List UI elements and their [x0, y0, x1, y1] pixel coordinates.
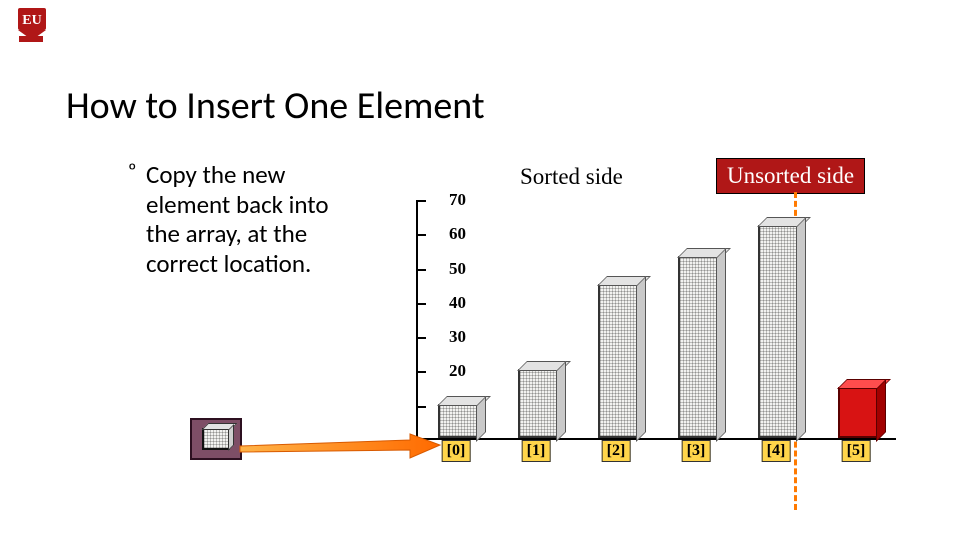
x-tick-label: [3] [682, 440, 711, 462]
y-tick-label: 40 [436, 293, 466, 313]
y-tick-label: 60 [436, 224, 466, 244]
y-tick-label: 20 [436, 361, 466, 381]
bar-1 [518, 369, 558, 438]
y-tick-label: 30 [436, 327, 466, 347]
unsorted-side-label: Unsorted side [716, 158, 865, 194]
bar-2 [598, 284, 638, 438]
y-tick-label: 70 [436, 190, 466, 210]
bar-3 [678, 256, 718, 438]
y-tick [418, 406, 426, 408]
y-tick [418, 269, 426, 271]
x-tick-label: [4] [762, 440, 791, 462]
sorted-side-label: Sorted side [510, 160, 633, 194]
eu-logo: EU [16, 6, 56, 50]
bar-0 [438, 404, 478, 438]
x-tick-label: [0] [442, 440, 471, 462]
new-element-cube-icon [202, 428, 230, 450]
y-tick [418, 337, 426, 339]
bar-5 [838, 387, 878, 438]
circle-bullet-icon: º [128, 160, 146, 184]
y-tick [418, 371, 426, 373]
x-tick-label: [5] [842, 440, 871, 462]
y-tick [418, 234, 426, 236]
bullet-text: Copy the new element back into the array… [146, 160, 346, 278]
y-tick [418, 303, 426, 305]
y-tick-label: 50 [436, 259, 466, 279]
y-tick [418, 200, 426, 202]
page-title: How to Insert One Element [66, 83, 485, 129]
bar-4 [758, 225, 798, 438]
new-element-box [190, 418, 242, 460]
bullet-copy-step: ºCopy the new element back into the arra… [128, 160, 358, 278]
plot-area: 010203040506070 [416, 200, 896, 440]
x-tick-label: [2] [602, 440, 631, 462]
svg-text:EU: EU [22, 13, 41, 28]
x-tick-label: [1] [522, 440, 551, 462]
insert-arrow-icon [240, 436, 440, 462]
